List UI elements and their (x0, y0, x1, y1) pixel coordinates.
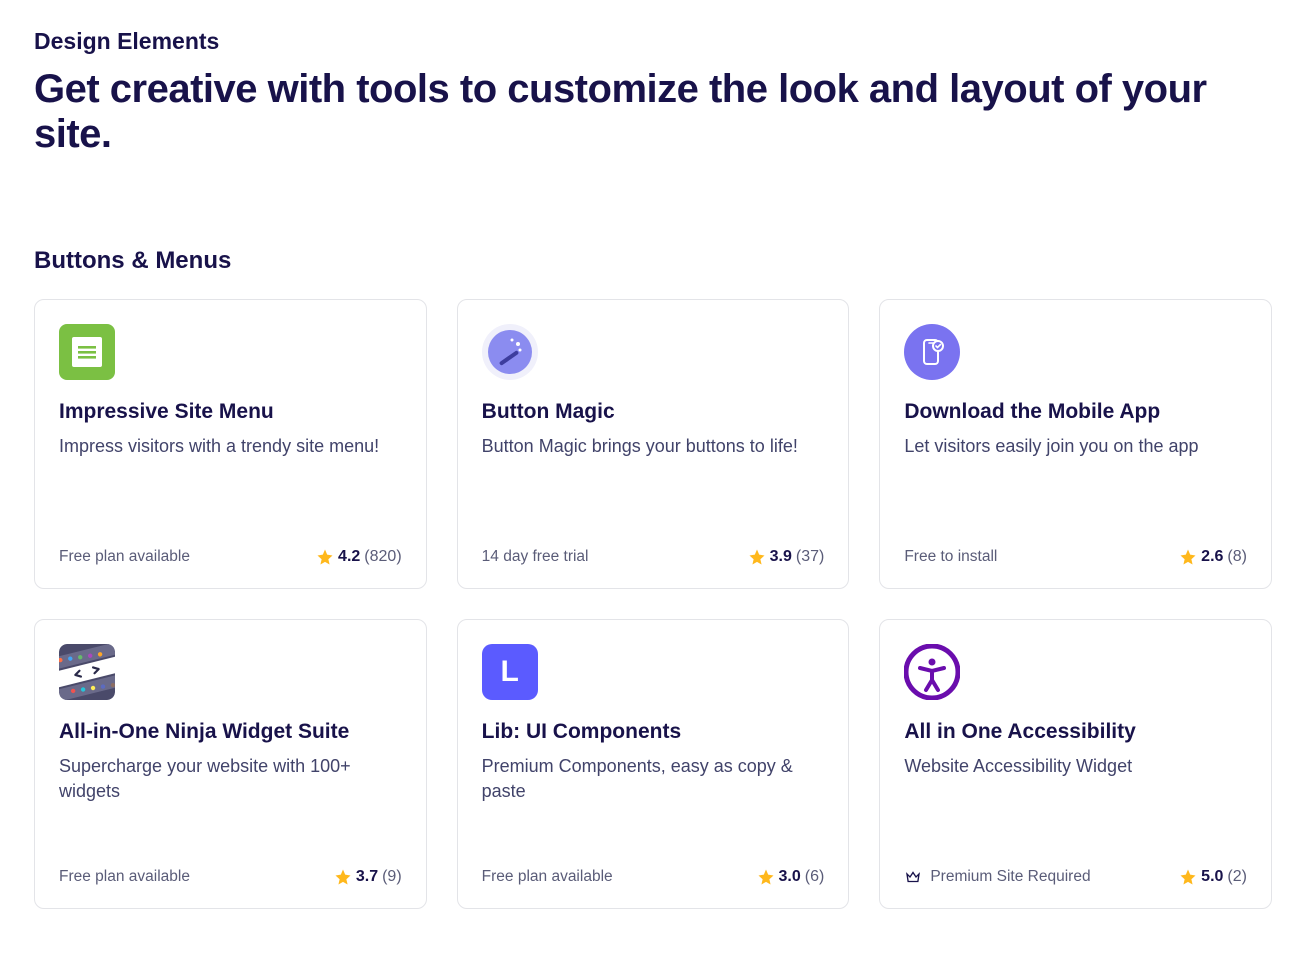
rating-score: 4.2 (338, 548, 360, 566)
rating-count: (9) (382, 868, 402, 886)
app-card-footer: 14 day free trial 3.9 (37) (482, 548, 825, 566)
star-icon (748, 548, 766, 566)
app-card-title: Download the Mobile App (904, 400, 1247, 424)
rating: 3.7 (9) (334, 868, 402, 886)
star-icon (1179, 548, 1197, 566)
app-card-description: Impress visitors with a trendy site menu… (59, 434, 402, 530)
lib-icon: L (482, 644, 538, 700)
crown-icon (904, 868, 922, 886)
app-card-title: Lib: UI Components (482, 720, 825, 744)
rating-score: 3.7 (356, 868, 378, 886)
app-card-title: All-in-One Ninja Widget Suite (59, 720, 402, 744)
section-title: Buttons & Menus (34, 247, 1272, 275)
rating: 3.9 (37) (748, 548, 825, 566)
app-card-description: Website Accessibility Widget (904, 754, 1247, 850)
rating: 4.2 (820) (316, 548, 402, 566)
accessibility-icon (904, 644, 960, 700)
app-card-description: Supercharge your website with 100+ widge… (59, 754, 402, 850)
star-icon (1179, 868, 1197, 886)
app-card-footer: Free plan available 3.0 (6) (482, 868, 825, 886)
app-card-download-mobile-app[interactable]: Download the Mobile App Let visitors eas… (879, 299, 1272, 589)
rating-count: (2) (1227, 868, 1247, 886)
pricing-label: Free plan available (482, 868, 613, 886)
rating: 5.0 (2) (1179, 868, 1247, 886)
pricing-label: Free plan available (59, 868, 190, 886)
pricing-label: Free plan available (59, 548, 190, 566)
wand-icon (482, 324, 538, 380)
app-card-description: Let visitors easily join you on the app (904, 434, 1247, 530)
rating-score: 5.0 (1201, 868, 1223, 886)
star-icon (316, 548, 334, 566)
rating-count: (37) (796, 548, 824, 566)
app-card-impressive-site-menu[interactable]: Impressive Site Menu Impress visitors wi… (34, 299, 427, 589)
app-card-footer: Free plan available 3.7 (9) (59, 868, 402, 886)
app-card-title: Button Magic (482, 400, 825, 424)
app-card-description: Button Magic brings your buttons to life… (482, 434, 825, 530)
page-title: Get creative with tools to customize the… (34, 67, 1272, 157)
star-icon (757, 868, 775, 886)
app-card-lib-ui-components[interactable]: L Lib: UI Components Premium Components,… (457, 619, 850, 909)
mobile-icon (904, 324, 960, 380)
ninja-icon (59, 644, 115, 700)
pricing-label: Premium Site Required (904, 868, 1090, 886)
pricing-label: 14 day free trial (482, 548, 589, 566)
app-card-footer: Premium Site Required 5.0 (2) (904, 868, 1247, 886)
rating-score: 3.9 (770, 548, 792, 566)
app-card-button-magic[interactable]: Button Magic Button Magic brings your bu… (457, 299, 850, 589)
rating-count: (6) (805, 868, 825, 886)
rating-count: (8) (1227, 548, 1247, 566)
rating: 2.6 (8) (1179, 548, 1247, 566)
app-card-all-in-one-accessibility[interactable]: All in One Accessibility Website Accessi… (879, 619, 1272, 909)
rating-count: (820) (364, 548, 401, 566)
app-card-footer: Free plan available 4.2 (820) (59, 548, 402, 566)
app-card-footer: Free to install 2.6 (8) (904, 548, 1247, 566)
pricing-text: Premium Site Required (930, 868, 1090, 886)
app-card-title: Impressive Site Menu (59, 400, 402, 424)
rating-score: 3.0 (779, 868, 801, 886)
rating: 3.0 (6) (757, 868, 825, 886)
menu-icon (59, 324, 115, 380)
app-card-title: All in One Accessibility (904, 720, 1247, 744)
app-card-grid: Impressive Site Menu Impress visitors wi… (34, 299, 1272, 909)
app-card-ninja-widget-suite[interactable]: All-in-One Ninja Widget Suite Supercharg… (34, 619, 427, 909)
star-icon (334, 868, 352, 886)
app-card-description: Premium Components, easy as copy & paste (482, 754, 825, 850)
pricing-label: Free to install (904, 548, 997, 566)
rating-score: 2.6 (1201, 548, 1223, 566)
page-category: Design Elements (34, 28, 1272, 55)
